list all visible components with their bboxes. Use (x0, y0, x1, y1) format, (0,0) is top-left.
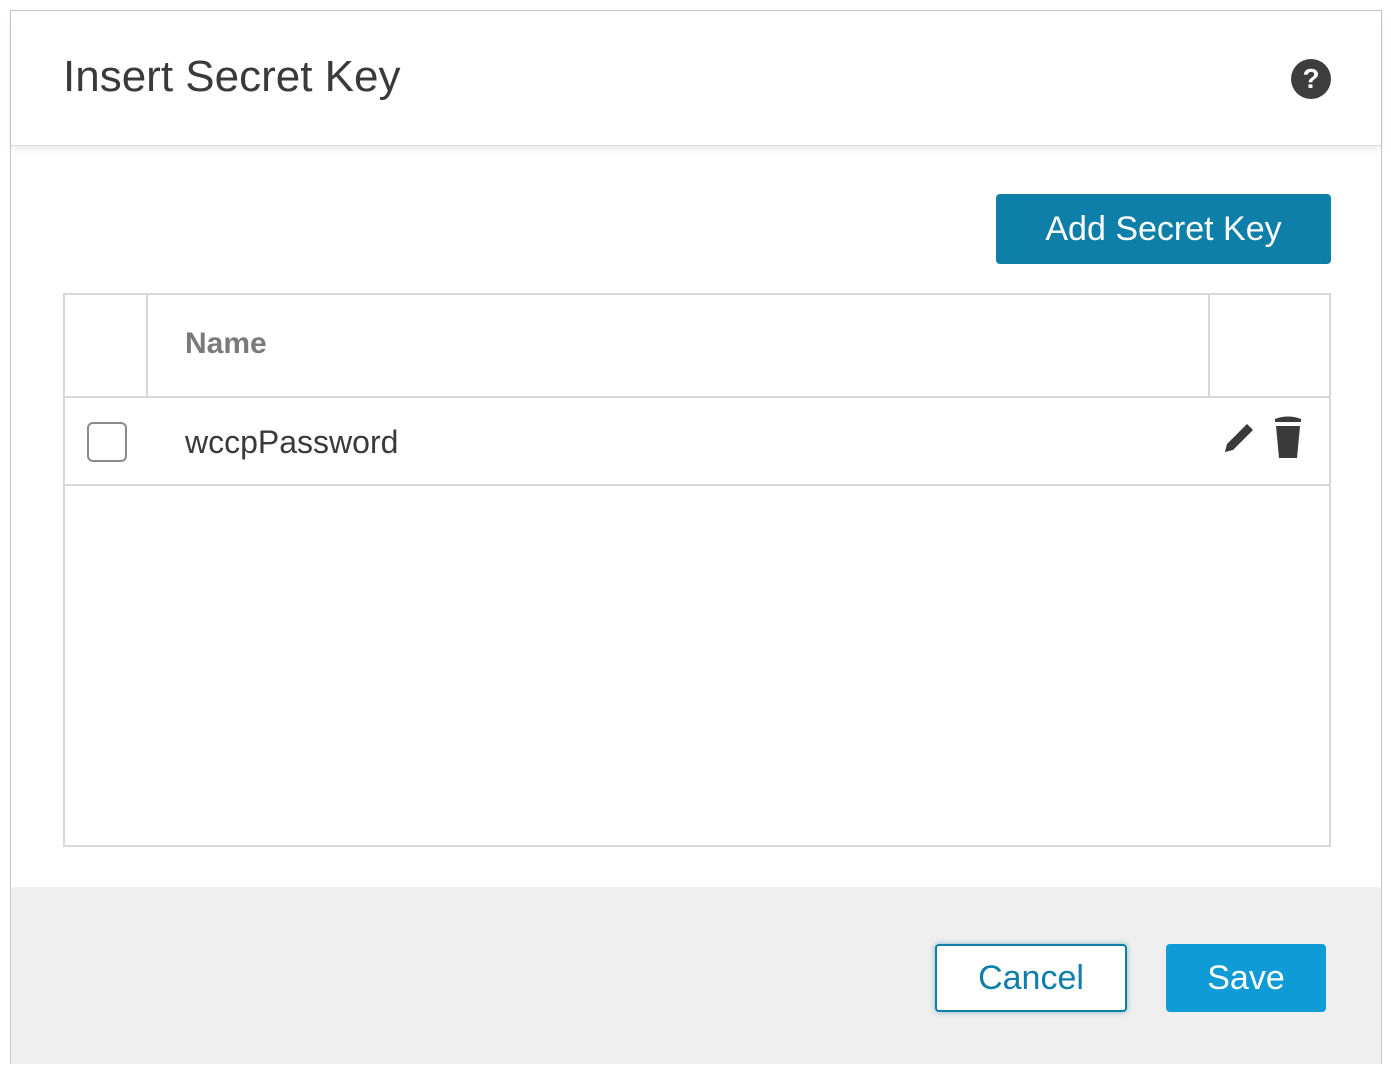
save-button[interactable]: Save (1166, 944, 1326, 1012)
column-divider (1208, 295, 1210, 396)
table-header: Name (65, 295, 1329, 398)
edit-icon[interactable] (1219, 418, 1259, 458)
table-row: wccpPassword (65, 398, 1329, 486)
insert-secret-key-dialog: Insert Secret Key ? Add Secret Key Name … (10, 10, 1382, 1064)
column-header-name: Name (185, 327, 267, 360)
row-name: wccpPassword (185, 424, 399, 460)
cancel-button[interactable]: Cancel (935, 944, 1127, 1012)
dialog-header: Insert Secret Key ? (11, 11, 1381, 146)
secret-keys-table: Name wccpPassword (63, 293, 1331, 847)
row-checkbox[interactable] (87, 422, 127, 462)
trash-icon[interactable] (1271, 414, 1305, 460)
column-divider (146, 295, 148, 396)
help-icon[interactable]: ? (1291, 59, 1331, 99)
dialog-title: Insert Secret Key (63, 52, 401, 101)
dialog-footer: Cancel Save (11, 887, 1381, 1064)
add-secret-key-button[interactable]: Add Secret Key (996, 194, 1331, 264)
